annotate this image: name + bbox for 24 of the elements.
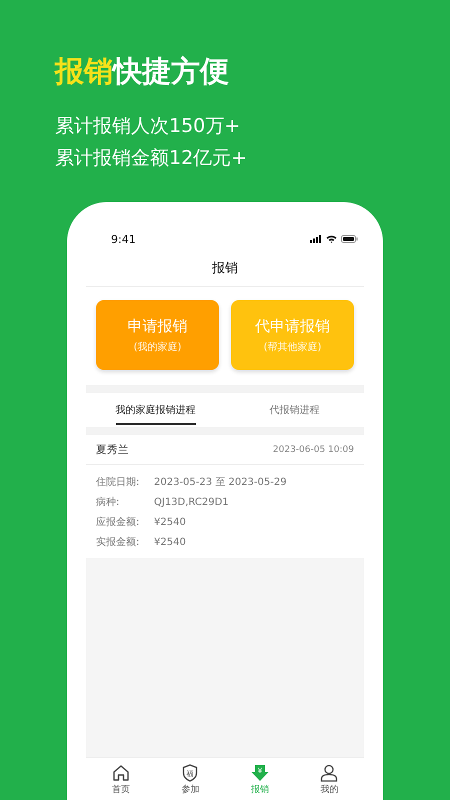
field-label: 应报金额: bbox=[96, 516, 140, 530]
field-label: 病种: bbox=[96, 496, 120, 510]
stat-text: 累计报销金额12亿元+ bbox=[55, 146, 248, 171]
field-label: 实报金额: bbox=[96, 536, 140, 550]
user-icon bbox=[320, 764, 338, 782]
tab[interactable]: 我的家庭报销进程 bbox=[86, 393, 225, 427]
headline: 报销快捷方便 bbox=[55, 53, 230, 90]
home-icon bbox=[112, 764, 130, 782]
field-value: ¥2540 bbox=[154, 516, 186, 530]
signal-icon bbox=[310, 235, 322, 243]
wifi-icon bbox=[326, 235, 337, 243]
battery-icon bbox=[341, 235, 358, 243]
tab[interactable]: 代报销进程 bbox=[225, 393, 364, 427]
record-time: 2023-06-05 10:09 bbox=[272, 445, 354, 455]
record-name: 夏秀兰 bbox=[96, 443, 129, 457]
stat-text: 累计报销人次150万+ bbox=[55, 114, 242, 139]
field-value: QJ13D,RC29D1 bbox=[154, 496, 229, 510]
field-label: 住院日期: bbox=[96, 476, 140, 490]
field-value: 2023-05-23 至 2023-05-29 bbox=[154, 476, 287, 490]
nav-item[interactable]: 首页 bbox=[86, 758, 156, 800]
status-time: 9:41 bbox=[111, 232, 136, 246]
field-value: ¥2540 bbox=[154, 536, 186, 550]
nav-item[interactable]: 我的 bbox=[294, 758, 364, 800]
page-title: 报销 bbox=[86, 246, 364, 287]
